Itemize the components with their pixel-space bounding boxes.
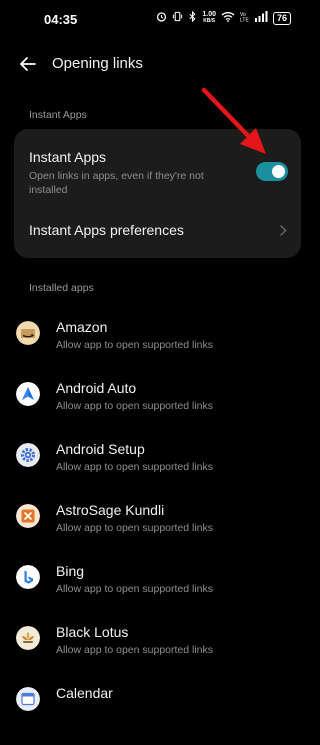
instant-apps-preferences-row[interactable]: Instant Apps preferences: [14, 215, 301, 245]
bluetooth-icon: [188, 10, 197, 25]
app-description: Allow app to open supported links: [56, 400, 214, 412]
status-time: 04:35: [44, 12, 78, 27]
app-row-bing[interactable]: Bing Allow app to open supported links: [0, 563, 315, 623]
instant-apps-description: Open links in apps, even if they're not …: [29, 170, 204, 196]
wifi-icon: [221, 11, 235, 25]
app-name: Android Auto: [56, 380, 137, 396]
status-bar: 04:35 1.00 KB/S Vo LTE 76: [0, 0, 315, 40]
app-name: AstroSage Kundli: [56, 502, 165, 518]
battery-indicator: 76: [272, 11, 291, 25]
instant-apps-toggle[interactable]: [256, 162, 288, 181]
vibrate-icon: [172, 11, 183, 25]
speed-unit: KB/S: [203, 18, 216, 24]
speed-value: 1.00: [202, 11, 216, 18]
app-description: Allow app to open supported links: [56, 339, 214, 351]
status-icons: 1.00 KB/S Vo LTE 76: [156, 10, 291, 25]
network-speed: 1.00 KB/S: [202, 11, 216, 25]
back-arrow-icon: [20, 57, 36, 71]
instant-apps-preferences-label: Instant Apps preferences: [29, 222, 184, 238]
bing-icon: [16, 565, 40, 589]
android-auto-icon: [16, 382, 40, 406]
app-description: Allow app to open supported links: [56, 522, 214, 534]
app-row-black-lotus[interactable]: Black Lotus Allow app to open supported …: [0, 624, 315, 684]
app-name: Black Lotus: [56, 624, 129, 640]
signal-icon: [254, 11, 268, 25]
svg-text:LTE: LTE: [240, 18, 249, 23]
app-description: Allow app to open supported links: [56, 461, 214, 473]
app-description: Allow app to open supported links: [56, 583, 214, 595]
instant-apps-title: Instant Apps: [29, 149, 107, 165]
amazon-icon: [16, 321, 40, 345]
app-row-android-auto[interactable]: Android Auto Allow app to open supported…: [0, 380, 315, 440]
app-name: Amazon: [56, 319, 108, 335]
section-header-installed-apps: Installed apps: [29, 282, 94, 294]
toggle-knob: [272, 165, 285, 178]
back-button[interactable]: [16, 52, 40, 76]
alarm-icon: [156, 11, 167, 25]
app-row-amazon[interactable]: Amazon Allow app to open supported links: [0, 319, 315, 379]
page-title: Opening links: [52, 55, 143, 72]
annotation-arrow-icon: [201, 87, 266, 154]
app-description: Allow app to open supported links: [56, 644, 214, 656]
app-row-android-setup[interactable]: Android Setup Allow app to open supporte…: [0, 441, 315, 501]
app-row-astrosage-kundli[interactable]: AstroSage Kundli Allow app to open suppo…: [0, 502, 315, 562]
app-row-calendar[interactable]: Calendar: [0, 685, 315, 745]
app-bar: Opening links: [0, 46, 315, 82]
app-name: Bing: [56, 563, 85, 579]
gear-icon: [16, 443, 40, 467]
astrosage-icon: [16, 504, 40, 528]
volte-icon: Vo LTE: [240, 11, 250, 25]
chevron-right-icon: [280, 225, 287, 236]
section-header-instant-apps: Instant Apps: [29, 109, 87, 121]
lotus-icon: [16, 626, 40, 650]
calendar-icon: [16, 687, 40, 711]
app-name: Android Setup: [56, 441, 145, 457]
app-name: Calendar: [56, 685, 113, 701]
